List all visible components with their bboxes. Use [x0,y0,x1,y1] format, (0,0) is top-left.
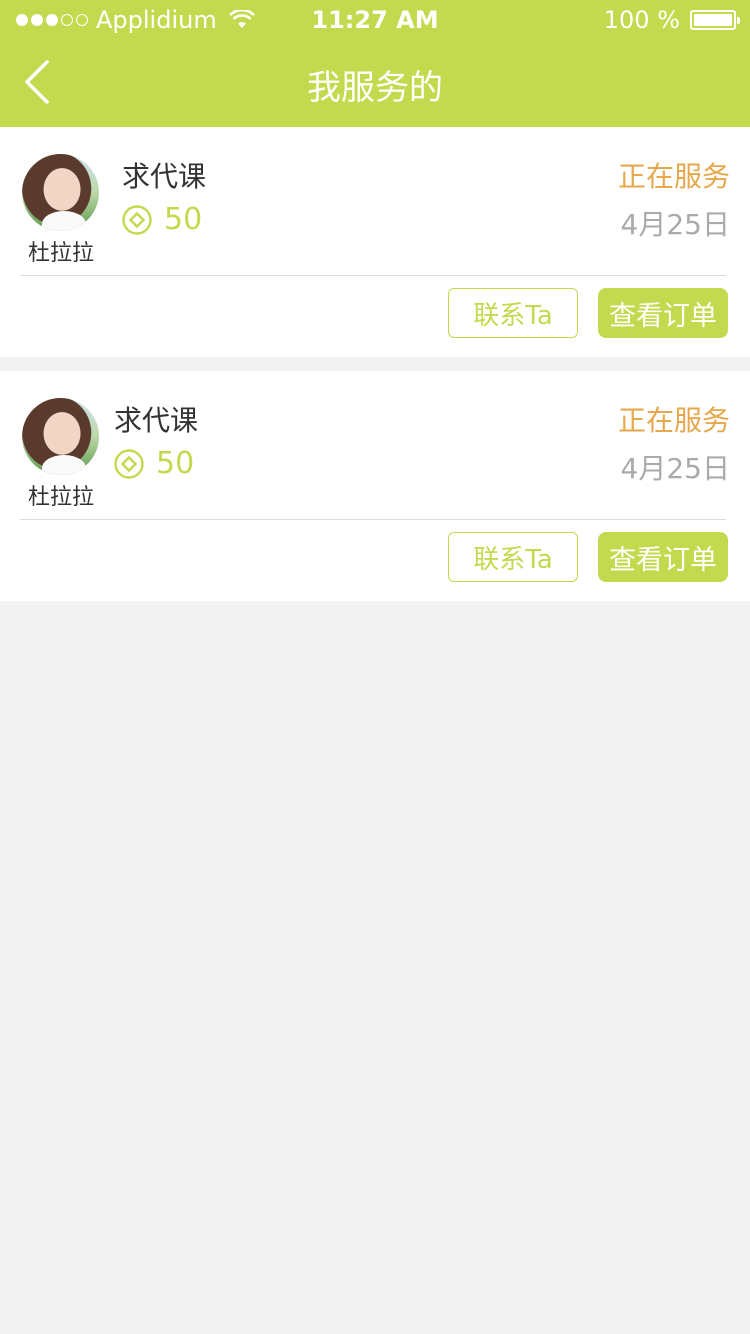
divider [20,275,726,276]
avatar[interactable] [22,398,99,475]
coin-reward: 50 [114,446,194,481]
coin-icon [114,448,144,479]
coin-amount: 50 [156,446,195,481]
username: 杜拉拉 [27,241,94,266]
divider [20,519,726,520]
page-title: 我服务的 [307,68,443,108]
order-card: 杜拉拉 求代课 50 正在服务 4月25日 联系Ta 查看订单 [0,371,750,601]
order-status: 正在服务 [617,404,730,437]
status-right: 100 % [603,6,740,34]
coin-reward: 50 [122,202,202,237]
avatar[interactable] [22,154,99,231]
task-title: 求代课 [114,404,199,437]
username: 杜拉拉 [27,485,94,510]
navigation-header: Applidium 11:27 AM 100 % 我服务的 [0,0,750,127]
order-card: 杜拉拉 求代课 50 正在服务 4月25日 联系Ta 查看订单 [0,127,750,357]
contact-button[interactable]: 联系Ta [448,288,578,338]
coin-icon [122,204,152,235]
order-date: 4月25日 [620,208,730,241]
view-order-button[interactable]: 查看订单 [598,532,728,582]
order-date: 4月25日 [620,452,730,485]
order-status: 正在服务 [617,160,730,193]
coin-amount: 50 [164,202,203,237]
view-order-button[interactable]: 查看订单 [598,288,728,338]
task-title: 求代课 [122,160,207,193]
battery-icon [690,10,740,30]
battery-fill [694,14,732,26]
contact-button[interactable]: 联系Ta [448,532,578,582]
battery-percent: 100 % [603,6,680,34]
status-bar: Applidium 11:27 AM 100 % [0,0,750,40]
